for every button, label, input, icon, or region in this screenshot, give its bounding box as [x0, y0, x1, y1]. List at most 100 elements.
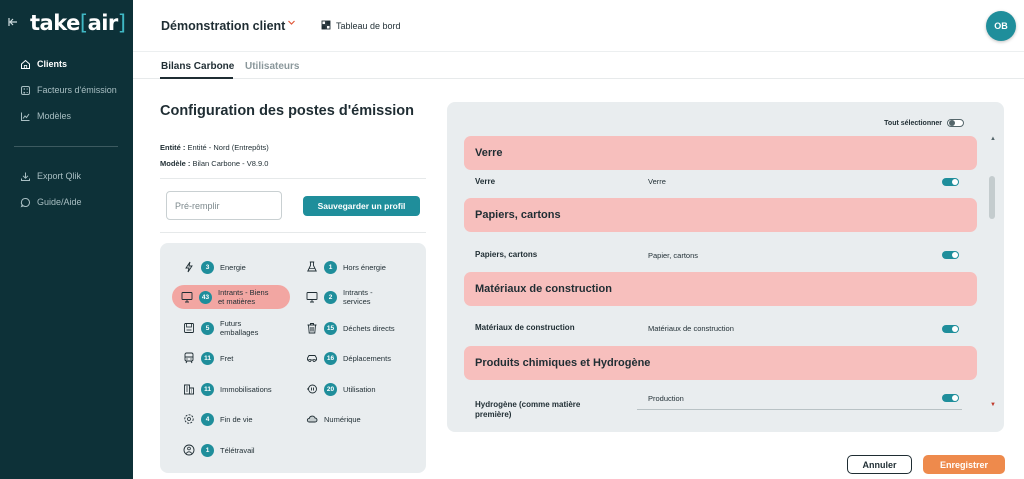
category-immobilisations[interactable]: 11 Immobilisations [182, 377, 272, 401]
category-label: Fin de vie [220, 414, 253, 424]
category-utilisation[interactable]: 20 Utilisation [305, 377, 376, 401]
scroll-up-arrow-icon[interactable]: ▲ [990, 136, 996, 142]
monitor-icon [180, 290, 194, 304]
category-futurs-emballages[interactable]: 5 Futurs emballages [182, 316, 258, 340]
prefill-input[interactable]: Pré-remplir [166, 191, 282, 220]
scroll-down-arrow-icon[interactable]: ▼ [990, 402, 996, 408]
toggle-knob [952, 179, 958, 185]
category-label: Fret [220, 353, 234, 363]
item-label: Matériaux de construction [475, 323, 575, 332]
category-deplacements[interactable]: 16 Déplacements [305, 346, 391, 370]
entity-info: Entité : Entité - Nord (Entrepôts) [160, 143, 269, 152]
category-teletravail[interactable]: 1 Télétravail [182, 438, 255, 462]
category-energie[interactable]: 3 Energie [182, 255, 246, 279]
emission-items-panel: Tout sélectionner Verre Verre Verre Papi… [447, 102, 1004, 432]
chart-icon [19, 110, 31, 122]
category-label-line: emballages [220, 328, 259, 337]
item-toggle-hydrogene[interactable] [942, 394, 959, 402]
model-label: Modèle : [160, 159, 191, 168]
save-profile-button[interactable]: Sauvegarder un profil [303, 196, 420, 216]
lightning-icon [182, 260, 196, 274]
category-label: Utilisation [343, 384, 376, 394]
category-count-badge: 16 [324, 351, 337, 365]
toggle-knob [952, 252, 958, 258]
item-label: Verre [475, 177, 496, 186]
calculator-icon [19, 84, 31, 96]
entity-label: Entité : [160, 143, 186, 152]
sidebar-item-guide[interactable]: Guide/Aide [0, 189, 133, 215]
category-label: Intrants - services [343, 288, 373, 306]
row-divider [637, 409, 962, 410]
item-value: Verre [648, 177, 666, 186]
category-label-line: Intrants - [343, 288, 373, 297]
entity-value: Entité - Nord (Entrepôts) [187, 143, 269, 152]
category-label: Déplacements [343, 353, 391, 363]
sidebar-divider [14, 146, 118, 147]
model-info: Modèle : Bilan Carbone - V8.9.0 [160, 159, 268, 168]
client-selector[interactable]: Démonstration client [161, 19, 285, 33]
category-label: Futurs emballages [220, 319, 258, 337]
tab-utilisateurs[interactable]: Utilisateurs [245, 61, 299, 72]
cancel-button[interactable]: Annuler [847, 455, 912, 474]
sidebar-item-modeles[interactable]: Modèles [0, 103, 133, 129]
sidebar-item-label: Clients [37, 59, 68, 69]
item-value: Production [648, 394, 684, 403]
item-label: Hydrogène (comme matière première) [475, 400, 581, 419]
user-avatar[interactable]: OB [986, 11, 1016, 41]
sidebar-item-clients[interactable]: Clients [0, 51, 133, 77]
category-fret[interactable]: 11 Fret [182, 346, 233, 370]
page-title: Configuration des postes d'émission [160, 103, 415, 119]
toggle-knob [952, 326, 958, 332]
item-toggle-papiers-cartons[interactable] [942, 251, 959, 259]
logo-bracket-open: [ [79, 11, 88, 35]
sidebar-item-facteurs[interactable]: Facteurs d'émission [0, 77, 133, 103]
item-toggle-verre[interactable] [942, 178, 959, 186]
category-count-badge: 43 [199, 290, 212, 304]
category-intrants-services[interactable]: 2 Intrants - services [305, 285, 373, 309]
category-label-line: et matières [218, 297, 256, 306]
category-numerique[interactable]: Numérique [305, 407, 361, 431]
logo-bracket-close: ] [117, 11, 126, 35]
category-fin-de-vie[interactable]: 4 Fin de vie [182, 407, 253, 431]
collapse-sidebar-icon[interactable] [8, 16, 18, 30]
sidebar-item-label: Facteurs d'émission [37, 85, 117, 95]
select-all-toggle[interactable] [947, 119, 964, 127]
category-panel: 3 Energie 1 Hors énergie 43 Intrants - B… [160, 243, 426, 473]
active-tab-indicator [160, 77, 233, 79]
toggle-knob [949, 120, 955, 126]
item-value: Matériaux de construction [648, 324, 734, 333]
flask-icon [305, 260, 319, 274]
item-label: Papiers, cartons [475, 250, 538, 259]
plug-icon [305, 382, 319, 396]
home-icon [19, 58, 31, 70]
save-button[interactable]: Enregistrer [923, 455, 1005, 474]
chevron-down-icon[interactable] [287, 18, 296, 30]
category-label-line: services [343, 297, 371, 306]
dashboard-link[interactable]: Tableau de bord [321, 20, 401, 32]
recycle-icon [182, 412, 196, 426]
model-value: Bilan Carbone - V8.9.0 [192, 159, 269, 168]
sidebar: take[air] Clients Facteurs d'émission Mo… [0, 0, 133, 479]
category-hors-energie[interactable]: 1 Hors énergie [305, 255, 386, 279]
scroll-thumb[interactable] [989, 176, 995, 219]
trash-icon [305, 321, 319, 335]
group-header-produits-chimiques: Produits chimiques et Hydrogène [464, 346, 977, 380]
sidebar-item-export-qlik[interactable]: Export Qlik [0, 163, 133, 189]
category-dechets-directs[interactable]: 15 Déchets directs [305, 316, 395, 340]
category-label: Télétravail [220, 445, 255, 455]
category-label-line: Futurs [220, 319, 242, 328]
category-intrants-biens[interactable]: 43 Intrants - Biens et matières [172, 285, 290, 309]
item-value: Papier, cartons [648, 251, 699, 260]
tab-bilans-carbone[interactable]: Bilans Carbone [161, 61, 234, 72]
item-toggle-materiaux-construction[interactable] [942, 325, 959, 333]
dashboard-label: Tableau de bord [336, 21, 401, 31]
panel-scrollbar[interactable]: ▲ ▼ [987, 136, 999, 414]
category-label: Intrants - Biens et matières [218, 288, 268, 306]
train-icon [182, 351, 196, 365]
takeair-logo[interactable]: take[air] [30, 11, 126, 35]
logo-text-air: air [87, 11, 119, 35]
category-count-badge: 15 [324, 321, 337, 335]
select-all-label: Tout sélectionner [884, 119, 942, 127]
category-count-badge: 1 [324, 260, 337, 274]
category-label: Numérique [324, 414, 361, 424]
